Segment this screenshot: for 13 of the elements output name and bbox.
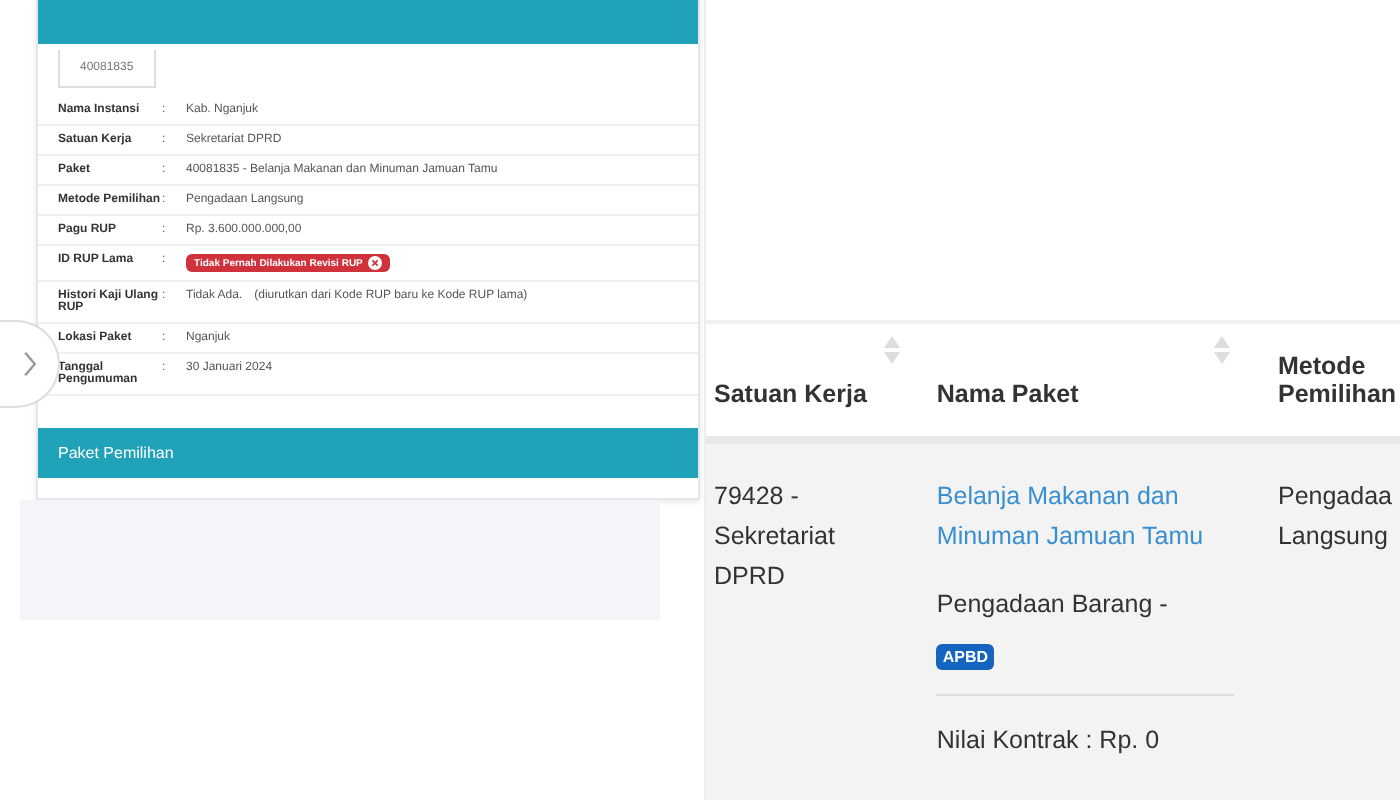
column-header[interactable]: Satuan Kerja	[714, 380, 867, 408]
chevron-right-icon	[21, 350, 37, 378]
close-icon	[368, 256, 383, 270]
section-title: Paket Pemilihan	[58, 444, 174, 462]
table-cell: 79428 - Sekretariat DPRD	[714, 482, 835, 590]
funding-badge: APBD	[936, 644, 995, 670]
sort-icon[interactable]	[884, 336, 901, 364]
sort-icon[interactable]	[1213, 336, 1230, 364]
column-header[interactable]: Nama Paket	[936, 380, 1079, 408]
column-header[interactable]: Metode Pemilihan	[1277, 352, 1400, 408]
procurement-type: Pengadaan Barang -	[936, 588, 1170, 622]
table-cell: Pengadaa Langsung	[1277, 482, 1392, 550]
contract-value: Nilai Kontrak : Rp. 0	[936, 724, 1162, 758]
